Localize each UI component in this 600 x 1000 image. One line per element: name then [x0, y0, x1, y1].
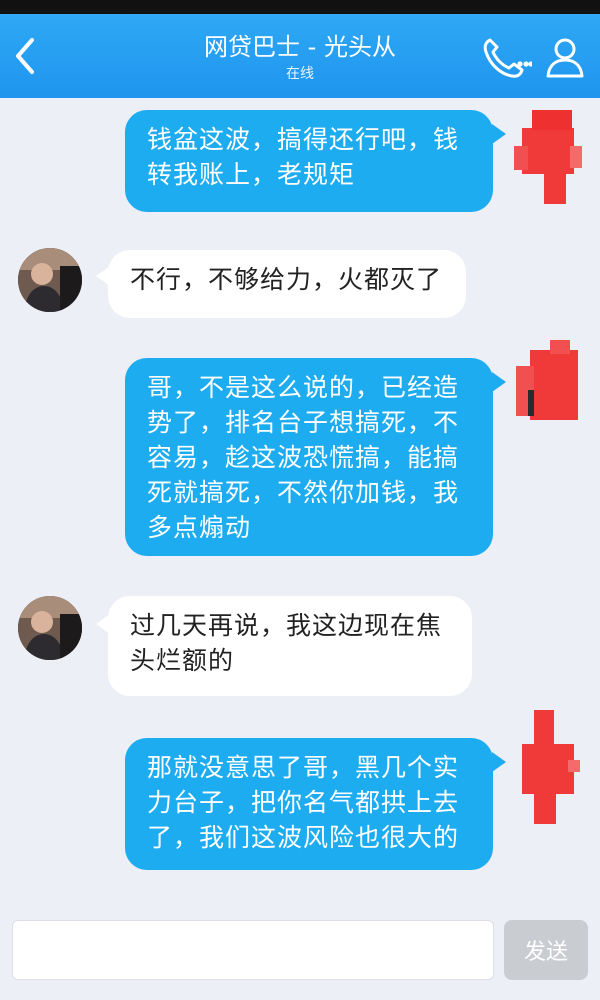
message-input[interactable] — [12, 920, 494, 980]
user-avatar[interactable] — [516, 710, 582, 828]
message-text: 过几天再说，我这边现在焦头烂额的 — [130, 611, 443, 675]
message-bubble-incoming[interactable]: 不行，不够给力，火都灭了 — [108, 250, 466, 318]
message-text: 那就没意思了哥，黑几个实力台子，把你名气都拱上去了，我们这波风险也很大的 — [147, 753, 460, 852]
message-bubble-incoming[interactable]: 过几天再说，我这边现在焦头烂额的 — [108, 596, 472, 696]
contact-avatar[interactable] — [18, 596, 82, 660]
contact-avatar[interactable] — [18, 248, 82, 312]
bubble-tail — [492, 752, 506, 772]
status-bar — [0, 0, 600, 14]
message-bubble-outgoing[interactable]: 钱盆这波，搞得还行吧，钱转我账上，老规矩 — [125, 110, 493, 212]
message-text: 哥，不是这么说的，已经造势了，排名台子想搞死，不容易，趁这波恐慌搞，能搞死就搞死… — [147, 373, 460, 542]
message-bubble-outgoing[interactable]: 那就没意思了哥，黑几个实力台子，把你名气都拱上去了，我们这波风险也很大的 — [125, 738, 493, 870]
phone-icon — [483, 38, 534, 78]
user-avatar[interactable] — [510, 340, 582, 440]
contact-icon — [546, 38, 584, 78]
message-bubble-outgoing[interactable]: 哥，不是这么说的，已经造势了，排名台子想搞死，不容易，趁这波恐慌搞，能搞死就搞死… — [125, 358, 493, 556]
bottom-toolbar — [0, 988, 600, 1000]
user-avatar[interactable] — [514, 106, 584, 206]
send-button[interactable]: 发送 — [504, 920, 588, 980]
bubble-tail — [492, 124, 506, 144]
message-text: 不行，不够给力，火都灭了 — [130, 265, 443, 294]
contact-info-button[interactable] — [540, 34, 586, 82]
chat-header: 网贷巴士 - 光头从 在线 — [0, 14, 600, 98]
bubble-tail — [492, 372, 506, 392]
message-text: 钱盆这波，搞得还行吧，钱转我账上，老规矩 — [147, 125, 460, 189]
call-button[interactable] — [478, 34, 534, 82]
message-list[interactable]: 钱盆这波，搞得还行吧，钱转我账上，老规矩 不行，不够给力，火都灭了 哥，不是这么… — [0, 98, 600, 918]
